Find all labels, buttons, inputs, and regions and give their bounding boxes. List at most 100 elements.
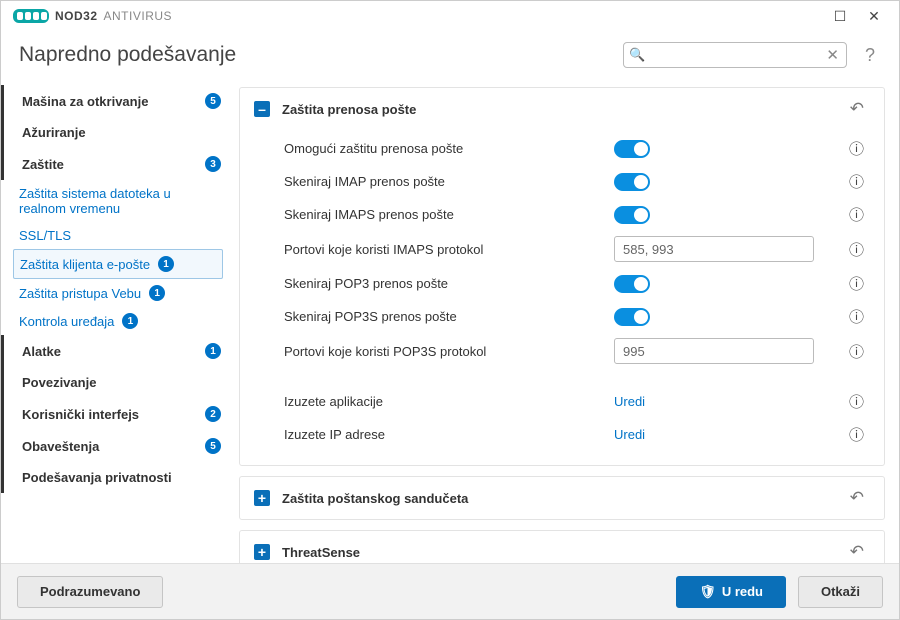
setting-control: Uredi bbox=[614, 394, 814, 409]
sidebar-subitem-4[interactable]: SSL/TLS bbox=[1, 222, 235, 249]
info-button[interactable]: ⓘ bbox=[843, 272, 870, 295]
sidebar-bar bbox=[1, 367, 4, 398]
sidebar-item-8[interactable]: Alatke 1 bbox=[1, 335, 235, 367]
window-maximize-button[interactable]: ☐ bbox=[823, 5, 857, 27]
sidebar-subitem-6[interactable]: Zaštita pristupa Vebu1 bbox=[1, 279, 235, 307]
sidebar-bar bbox=[1, 117, 4, 148]
setting-control bbox=[614, 140, 814, 158]
edit-link[interactable]: Uredi bbox=[614, 427, 645, 442]
sidebar-item-badge: 3 bbox=[205, 156, 221, 172]
sidebar-subitem-5[interactable]: Zaštita klijenta e-pošte 1 bbox=[13, 249, 223, 279]
search-clear-button[interactable]: ✕ bbox=[822, 46, 843, 64]
sidebar-bar bbox=[1, 335, 4, 367]
brand-logo-icon bbox=[13, 9, 49, 23]
sidebar-item-12[interactable]: Podešavanja privatnosti bbox=[1, 462, 235, 493]
window-close-button[interactable]: ✕ bbox=[857, 5, 891, 27]
help-button[interactable]: ? bbox=[859, 44, 881, 67]
sidebar-subitem-3[interactable]: Zaštita sistema datoteka u realnom vreme… bbox=[1, 180, 235, 222]
setting-row-8: Izuzete aplikacijeUrediⓘ bbox=[240, 385, 884, 418]
toggle-switch[interactable] bbox=[614, 173, 650, 191]
info-button[interactable]: ⓘ bbox=[843, 203, 870, 226]
sidebar-bar bbox=[1, 430, 4, 462]
page-title: Napredno podešavanje bbox=[19, 43, 236, 67]
setting-row-5: Skeniraj POP3S prenos pošte ⓘ bbox=[240, 300, 884, 333]
info-button[interactable]: ⓘ bbox=[843, 340, 870, 363]
brand-name-2: ANTIVIRUS bbox=[104, 9, 173, 23]
toggle-switch[interactable] bbox=[614, 275, 650, 293]
text-input[interactable] bbox=[614, 236, 814, 262]
info-button[interactable]: ⓘ bbox=[843, 137, 870, 160]
info-button[interactable]: ⓘ bbox=[843, 305, 870, 328]
row-gap bbox=[240, 369, 884, 385]
revert-button[interactable]: ↶ bbox=[844, 541, 870, 563]
body: Mašina za otkrivanje5AžuriranjeZaštite3Z… bbox=[1, 79, 899, 563]
setting-label: Izuzete IP adrese bbox=[284, 427, 614, 442]
panel-title: Zaštita poštanskog sandučeta bbox=[282, 491, 832, 506]
sidebar-item-badge: 1 bbox=[205, 343, 221, 359]
setting-control bbox=[614, 308, 814, 326]
header: Napredno podešavanje 🔍 ✕ ? bbox=[1, 31, 899, 79]
sidebar-item-0[interactable]: Mašina za otkrivanje5 bbox=[1, 85, 235, 117]
setting-label: Skeniraj IMAPS prenos pošte bbox=[284, 207, 614, 222]
panel-header-0[interactable]: –Zaštita prenosa pošte↶ bbox=[240, 88, 884, 130]
toggle-switch[interactable] bbox=[614, 206, 650, 224]
toggle-switch[interactable] bbox=[614, 308, 650, 326]
revert-button[interactable]: ↶ bbox=[844, 98, 870, 120]
sidebar-subitem-badge: 1 bbox=[158, 256, 174, 272]
sidebar-item-2[interactable]: Zaštite 3 bbox=[1, 148, 235, 180]
titlebar: NOD32 ANTIVIRUS ☐ ✕ bbox=[1, 1, 899, 31]
sidebar-item-9[interactable]: Povezivanje bbox=[1, 367, 235, 398]
shield-icon: 🛡 bbox=[699, 584, 716, 600]
sidebar-subitem-label: SSL/TLS bbox=[19, 228, 71, 243]
setting-label: Skeniraj POP3S prenos pošte bbox=[284, 309, 614, 324]
setting-control bbox=[614, 206, 814, 224]
default-button[interactable]: Podrazumevano bbox=[17, 576, 163, 608]
setting-control bbox=[614, 275, 814, 293]
setting-row-9: Izuzete IP adreseUredi ⓘ bbox=[240, 418, 884, 451]
setting-row-1: Skeniraj IMAP prenos pošteⓘ bbox=[240, 165, 884, 198]
sidebar-item-11[interactable]: Obaveštenja5 bbox=[1, 430, 235, 462]
brand: NOD32 ANTIVIRUS bbox=[13, 9, 172, 23]
ok-button-label: U redu bbox=[722, 584, 763, 599]
panel-header-2[interactable]: +ThreatSense↶ bbox=[240, 531, 884, 563]
setting-control bbox=[614, 173, 814, 191]
toggle-switch[interactable] bbox=[614, 140, 650, 158]
setting-row-0: Omogući zaštitu prenosa pošteⓘ bbox=[240, 132, 884, 165]
info-button[interactable]: ⓘ bbox=[843, 170, 870, 193]
setting-control bbox=[614, 338, 814, 364]
sidebar-item-10[interactable]: Korisnički interfejs2 bbox=[1, 398, 235, 430]
search-input[interactable] bbox=[623, 42, 847, 68]
panel-header-1[interactable]: + Zaštita poštanskog sandučeta ↶ bbox=[240, 477, 884, 519]
setting-row-3: Portovi koje koristi IMAPS protokolⓘ bbox=[240, 231, 884, 267]
sidebar-bar bbox=[1, 148, 4, 180]
sidebar-item-1[interactable]: Ažuriranje bbox=[1, 117, 235, 148]
setting-row-2: Skeniraj IMAPS prenos pošte ⓘ bbox=[240, 198, 884, 231]
setting-control bbox=[614, 236, 814, 262]
info-button[interactable]: ⓘ bbox=[843, 390, 870, 413]
panel-body: Omogući zaštitu prenosa pošteⓘSkeniraj I… bbox=[240, 130, 884, 465]
edit-link[interactable]: Uredi bbox=[614, 394, 645, 409]
window: NOD32 ANTIVIRUS ☐ ✕ Napredno podešavanje… bbox=[0, 0, 900, 620]
sidebar-item-label: Alatke bbox=[22, 344, 197, 359]
sidebar-item-badge: 2 bbox=[205, 406, 221, 422]
sidebar-subitem-badge: 1 bbox=[122, 313, 138, 329]
cancel-button[interactable]: Otkaži bbox=[798, 576, 883, 608]
search-wrap: 🔍 ✕ bbox=[623, 42, 847, 68]
sidebar-subitem-label: Kontrola uređaja bbox=[19, 314, 114, 329]
setting-control: Uredi bbox=[614, 427, 814, 442]
info-button[interactable]: ⓘ bbox=[843, 423, 870, 446]
info-button[interactable]: ⓘ bbox=[843, 238, 870, 261]
sidebar-subitem-7[interactable]: Kontrola uređaja 1 bbox=[1, 307, 235, 335]
text-input[interactable] bbox=[614, 338, 814, 364]
collapse-icon: – bbox=[254, 101, 270, 117]
setting-label: Portovi koje koristi POP3S protokol bbox=[284, 344, 614, 359]
expand-icon: + bbox=[254, 490, 270, 506]
footer: Podrazumevano 🛡 U redu Otkaži bbox=[1, 563, 899, 619]
revert-button[interactable]: ↶ bbox=[844, 487, 870, 509]
setting-row-6: Portovi koje koristi POP3S protokol ⓘ bbox=[240, 333, 884, 369]
sidebar-item-label: Zaštite bbox=[22, 157, 197, 172]
sidebar-bar bbox=[1, 398, 4, 430]
sidebar-subitem-label: Zaštita klijenta e-pošte bbox=[20, 257, 150, 272]
sidebar-subitem-badge: 1 bbox=[149, 285, 165, 301]
ok-button[interactable]: 🛡 U redu bbox=[676, 576, 786, 608]
